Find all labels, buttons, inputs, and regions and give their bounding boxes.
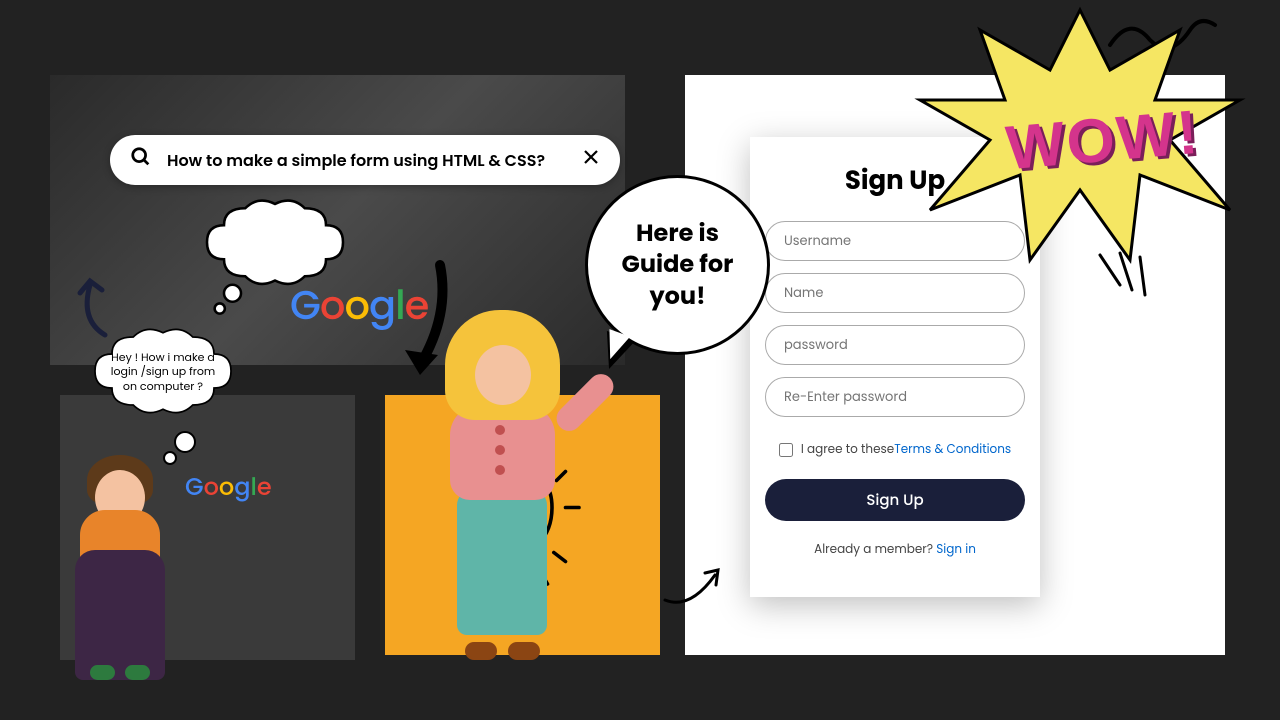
thought-cloud-empty bbox=[190, 190, 360, 320]
arrow-right-curved bbox=[660, 555, 730, 615]
character-girl-orange bbox=[65, 450, 175, 680]
footer-prefix: Already a member? bbox=[814, 541, 936, 558]
password-field[interactable] bbox=[765, 325, 1025, 365]
signup-button[interactable]: Sign Up bbox=[765, 479, 1025, 521]
thought-text: Hey ! How i make a login /sign up from o… bbox=[103, 350, 223, 393]
speech-bubble-text: Here is Guide for you! bbox=[608, 218, 747, 312]
search-query-text: How to make a simple form using HTML & C… bbox=[167, 148, 582, 173]
google-logo-small: Google bbox=[185, 470, 272, 505]
search-icon bbox=[130, 146, 152, 175]
agree-text: I agree to these bbox=[801, 441, 894, 459]
terms-checkbox-label[interactable]: I agree to these Terms & Conditions bbox=[765, 441, 1025, 459]
form-footer: Already a member? Sign in bbox=[765, 541, 1025, 559]
signin-link[interactable]: Sign in bbox=[936, 541, 976, 558]
repassword-field[interactable] bbox=[765, 377, 1025, 417]
close-icon[interactable] bbox=[582, 148, 600, 173]
terms-link[interactable]: Terms & Conditions bbox=[894, 441, 1011, 459]
name-field[interactable] bbox=[765, 273, 1025, 313]
search-bar[interactable]: How to make a simple form using HTML & C… bbox=[110, 135, 620, 185]
character-girl-yellow-hair bbox=[395, 310, 625, 670]
terms-checkbox[interactable] bbox=[779, 443, 793, 457]
